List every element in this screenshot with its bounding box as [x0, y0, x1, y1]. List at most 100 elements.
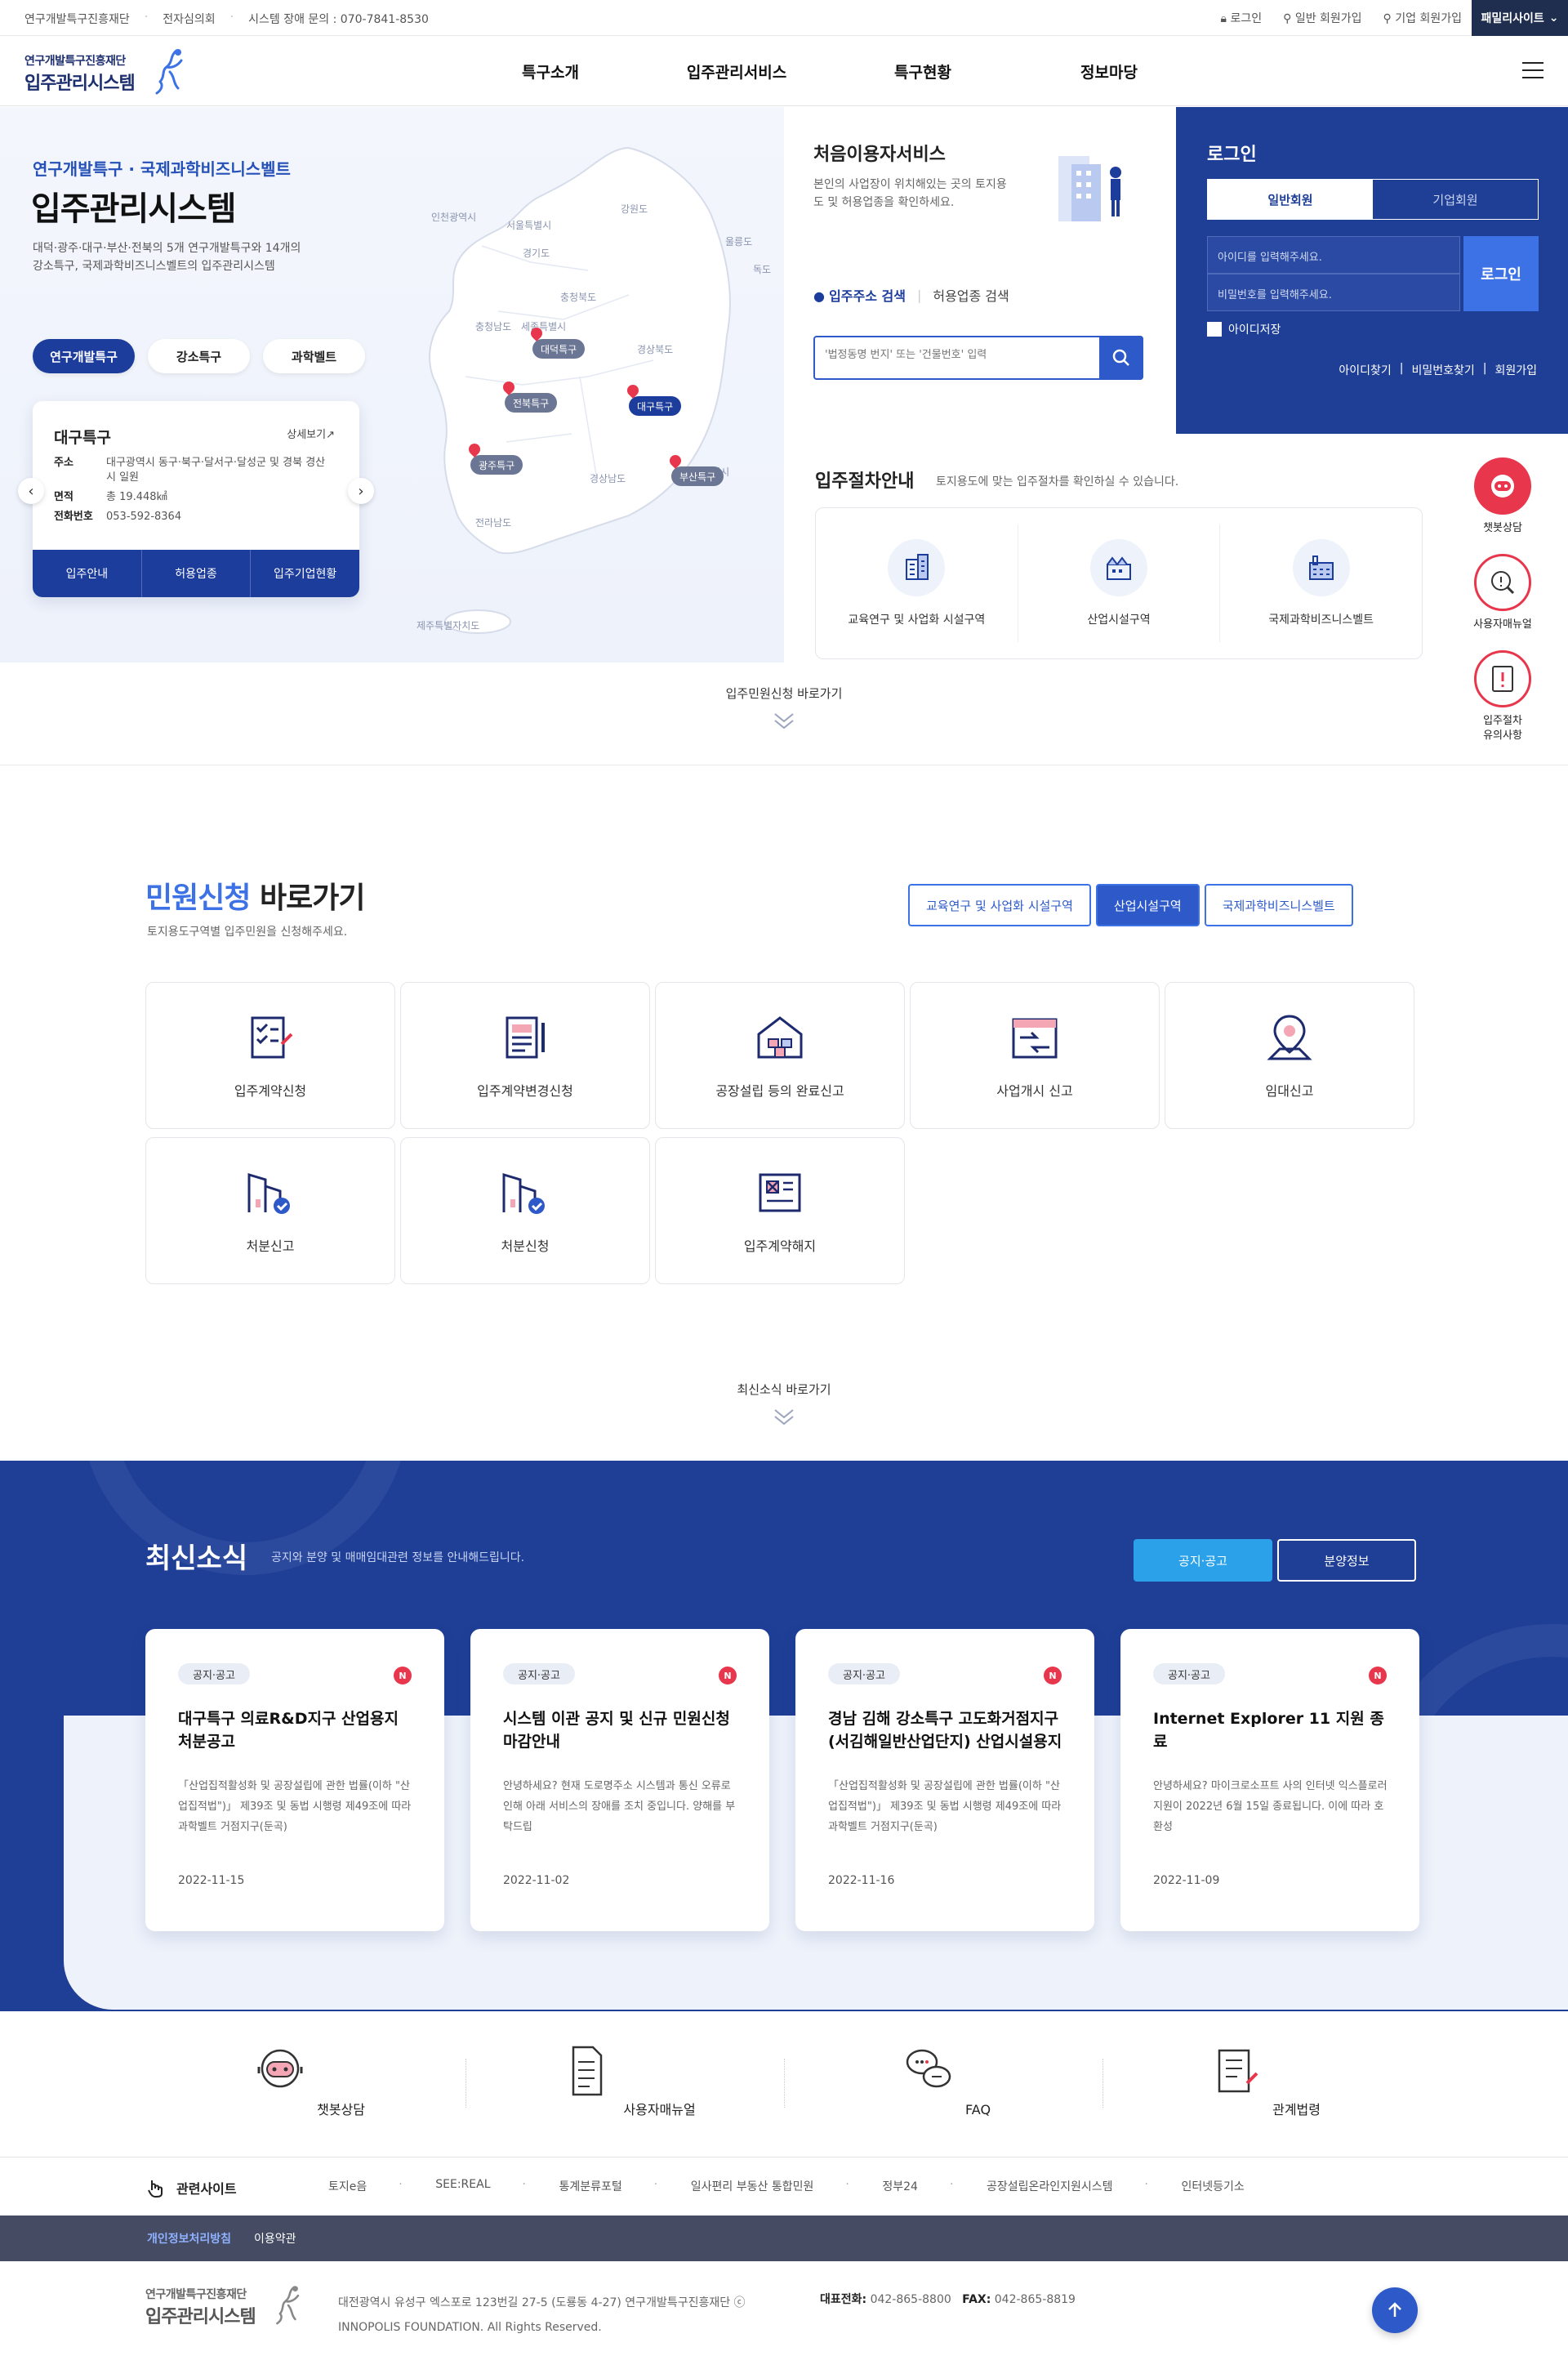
tab-small-zone[interactable]: 강소특구: [148, 339, 250, 373]
option-address-search[interactable]: ● 입주주소 검색: [813, 285, 906, 305]
save-id-checkbox[interactable]: 아이디저장: [1207, 321, 1281, 337]
footer-policy-bar: 개인정보처리방침 이용약관: [0, 2216, 1568, 2261]
goto-news-link[interactable]: 최신소식 바로가기: [0, 1381, 1568, 1426]
procedure-item-science-belt[interactable]: 국제과학비즈니스벨트: [1220, 524, 1422, 642]
minwon-business-start[interactable]: 사업개시 신고: [910, 982, 1160, 1129]
next-arrow-icon[interactable]: ›: [348, 478, 374, 504]
minwon-disposal-report[interactable]: 처분신고: [145, 1137, 395, 1284]
korea-map[interactable]: 인천광역시 서울특별시 강원도 경기도 울릉도 독도 충청북도 충청남도 세종특…: [384, 132, 776, 654]
procedure-item-industrial[interactable]: 산업시설구역: [1018, 524, 1221, 642]
hamburger-menu-icon[interactable]: [1522, 62, 1544, 78]
tab-science-belt-zone[interactable]: 국제과학비즈니스벨트: [1204, 884, 1353, 926]
minwon-factory-complete[interactable]: 공장설립 등의 완료신고: [655, 982, 905, 1129]
map-pin-busan[interactable]: 부산특구: [671, 466, 724, 486]
zone-info-row: 면적 총 19.448㎢: [54, 488, 335, 507]
tab-education-zone[interactable]: 교육연구 및 사업화 시설구역: [908, 884, 1091, 926]
related-site-link[interactable]: 인터넷등기소: [1145, 2178, 1279, 2194]
bottom-faq[interactable]: FAQ: [784, 2042, 1102, 2117]
tab-rnd-zone[interactable]: 연구개발특구: [33, 339, 135, 373]
map-pin-jeonbuk[interactable]: 전북특구: [505, 393, 558, 413]
scroll-top-button[interactable]: [1372, 2287, 1418, 2333]
find-password-link[interactable]: 비밀번호찾기: [1411, 362, 1474, 378]
news-card[interactable]: 공지·공고 N 시스템 이관 공지 및 신규 민원신청 마감안내 안녕하세요? …: [470, 1629, 769, 1931]
news-card[interactable]: 공지·공고 N 대구특구 의료R&D지구 산업용지 처분공고 「산업집적활성화 …: [145, 1629, 444, 1931]
privacy-policy-link[interactable]: 개인정보처리방침: [147, 2230, 231, 2247]
minwon-contract-apply[interactable]: 입주계약신청: [145, 982, 395, 1129]
first-user-desc: 본인의 사업장이 위치해있는 곳의 토지용도 및 허용업종을 확인하세요.: [813, 178, 1007, 209]
top-link-foundation[interactable]: 연구개발특구진흥재단: [24, 11, 130, 27]
family-site-button[interactable]: 패밀리사이트 ⌄: [1472, 0, 1568, 36]
warehouse-icon: [757, 1016, 803, 1059]
tab-industrial-zone[interactable]: 산업시설구역: [1095, 884, 1200, 926]
minwon-subtitle: 토지용도구역별 입주민원을 신청해주세요.: [147, 926, 348, 939]
footer-fax-label: FAX:: [962, 2293, 991, 2306]
minwon-contract-terminate[interactable]: 입주계약해지: [655, 1137, 905, 1284]
nav-management[interactable]: 입주관리서비스: [644, 60, 830, 83]
prev-arrow-icon[interactable]: ‹: [18, 478, 44, 504]
goto-minwon-link[interactable]: 입주민원신청 바로가기: [0, 685, 1568, 730]
top-login-link[interactable]: 🔒︎ 로그인: [1221, 10, 1263, 26]
minwon-lease-report[interactable]: 임대신고: [1165, 982, 1414, 1129]
zone-guide-button[interactable]: 입주안내: [33, 550, 142, 597]
minwon-contract-change[interactable]: 입주계약변경신청: [400, 982, 650, 1129]
search-button[interactable]: [1099, 336, 1143, 380]
logo-figure-icon: [276, 2286, 300, 2325]
site-logo[interactable]: 연구개발특구진흥재단 입주관리시스템: [24, 49, 183, 95]
side-chatbot[interactable]: 챗봇상담: [1462, 457, 1544, 536]
bottom-law-label: 관계법령: [1272, 2102, 1321, 2117]
find-id-link[interactable]: 아이디찾기: [1339, 362, 1391, 378]
tab-notice[interactable]: 공지·공고: [1134, 1539, 1272, 1582]
zone-info-value: 053-592-8364: [106, 511, 182, 523]
nav-info[interactable]: 정보마당: [1016, 60, 1202, 83]
terms-link[interactable]: 이용약관: [254, 2230, 296, 2247]
news-desc: 안녕하세요? 마이크로소프트 사의 인터넷 익스플로러 지원이 2022년 6월…: [1153, 1780, 1388, 1833]
password-input[interactable]: 비밀번호를 입력해주세요.: [1207, 274, 1460, 311]
related-site-link[interactable]: 토지e음: [294, 2178, 401, 2194]
zone-company-button[interactable]: 입주기업현황: [251, 550, 359, 597]
news-card[interactable]: 공지·공고 N 경남 김해 강소특구 고도화거점지구(서김해일반산업단지) 산업…: [795, 1629, 1094, 1931]
related-site-link[interactable]: SEE:REAL: [399, 2178, 524, 2194]
top-link-review[interactable]: 전자심의회: [163, 11, 215, 27]
news-card[interactable]: 공지·공고 N Internet Explorer 11 지원 종료 안녕하세요…: [1120, 1629, 1419, 1931]
tab-general-member[interactable]: 일반회원: [1208, 180, 1373, 219]
footer-fax: 042-865-8819: [994, 2293, 1076, 2306]
procedure-item-education[interactable]: 교육연구 및 사업화 시설구역: [816, 524, 1018, 642]
related-site-link[interactable]: 공장설립온라인지원시스템: [950, 2178, 1147, 2194]
related-site-link[interactable]: 일사편리 부동산 통합민원: [654, 2178, 849, 2194]
map-region-label: 인천광역시: [431, 212, 477, 223]
bottom-chatbot[interactable]: 챗봇상담: [147, 2042, 466, 2118]
top-join-general-label: 일반 회원가입: [1294, 12, 1362, 25]
manual-icon: [1474, 554, 1531, 611]
tab-company-member[interactable]: 기업회원: [1373, 180, 1538, 219]
login-button[interactable]: 로그인: [1463, 236, 1539, 311]
bottom-law[interactable]: 관계법령: [1102, 2042, 1421, 2118]
related-sites-bar: 관련사이트 토지e음 SEE:REAL 통계분류포털 일사편리 부동산 통합민원…: [0, 2157, 1568, 2216]
zone-info-value: 총 19.448㎢: [106, 491, 167, 503]
nav-zone-status[interactable]: 특구현황: [830, 60, 1016, 83]
top-join-general-link[interactable]: ⚲ 일반 회원가입: [1283, 10, 1361, 26]
tab-science-belt[interactable]: 과학벨트: [263, 339, 365, 373]
related-site-link[interactable]: 정부24: [845, 2178, 952, 2194]
id-input[interactable]: 아이디를 입력해주세요.: [1207, 236, 1460, 274]
top-join-company-link[interactable]: ⚲ 기업 회원가입: [1383, 10, 1462, 26]
map-region-label: 울릉도: [725, 236, 753, 248]
option-industry-search[interactable]: 허용업종 검색: [933, 285, 1009, 305]
tab-sale-info[interactable]: 분양정보: [1277, 1539, 1416, 1582]
hero-title: 입주관리시스템: [31, 190, 237, 228]
minwon-disposal-apply[interactable]: 처분신청: [400, 1137, 650, 1284]
top-join-company-label: 기업 회원가입: [1395, 12, 1462, 25]
side-manual[interactable]: 사용자매뉴얼: [1462, 554, 1544, 632]
zone-industry-button[interactable]: 허용업종: [142, 550, 252, 597]
map-pin-gwangju[interactable]: 광주특구: [470, 455, 523, 475]
nav-zone-intro[interactable]: 특구소개: [457, 60, 644, 83]
related-site-link[interactable]: 통계분류포털: [523, 2178, 657, 2194]
zone-detail-link[interactable]: 상세보기↗: [287, 426, 335, 441]
bottom-manual[interactable]: 사용자매뉴얼: [466, 2042, 784, 2118]
map-pin-daegu[interactable]: 대구특구: [629, 396, 682, 416]
zone-info-table: 주소 대구광역시 동구·북구·달서구·달성군 및 경북 경산시 일원 면적 총 19…: [54, 453, 335, 527]
map-pin-daedeok[interactable]: 대덕특구: [532, 339, 586, 359]
address-search-input[interactable]: [825, 349, 1086, 361]
footer-tel: 042-865-8800: [870, 2293, 951, 2306]
user-icon: ⚲: [1283, 12, 1292, 25]
signup-link[interactable]: 회원가입: [1494, 362, 1537, 378]
